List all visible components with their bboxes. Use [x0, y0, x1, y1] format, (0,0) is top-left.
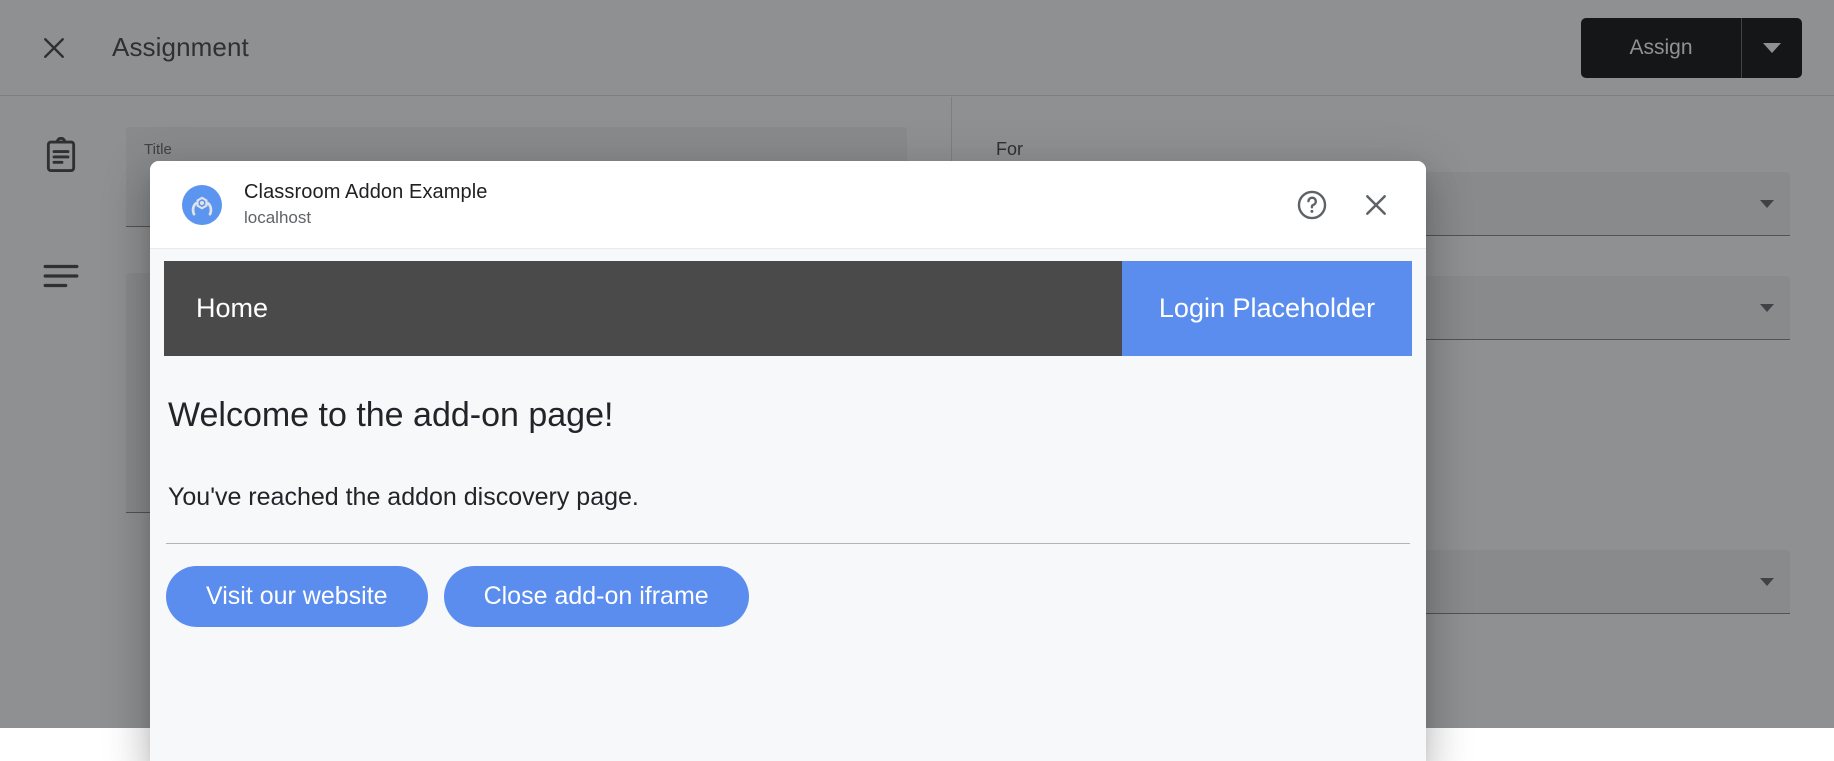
- addon-paragraph: You've reached the addon discovery page.: [168, 483, 1410, 512]
- addon-app-meta: Classroom Addon Example localhost: [244, 179, 488, 230]
- visit-website-button[interactable]: Visit our website: [166, 566, 428, 627]
- close-icon: [1360, 189, 1392, 221]
- addon-heading: Welcome to the add-on page!: [168, 396, 1410, 435]
- addon-content: Welcome to the add-on page! You've reach…: [164, 396, 1412, 627]
- help-circle-icon: [1295, 188, 1329, 222]
- addon-button-row: Visit our website Close add-on iframe: [166, 566, 1410, 627]
- navbar-home-link[interactable]: Home: [164, 261, 1122, 356]
- addon-app-title: Classroom Addon Example: [244, 179, 488, 205]
- classroom-addon-icon: [189, 192, 215, 218]
- addon-iframe: Home Login Placeholder Welcome to the ad…: [150, 249, 1426, 761]
- content-divider: [166, 543, 1410, 544]
- avatar: [182, 185, 222, 225]
- close-dialog-button[interactable]: [1352, 181, 1400, 229]
- close-addon-iframe-button[interactable]: Close add-on iframe: [444, 566, 749, 627]
- addon-navbar: Home Login Placeholder: [164, 261, 1412, 356]
- help-button[interactable]: [1288, 181, 1336, 229]
- addon-app-origin: localhost: [244, 207, 488, 230]
- addon-dialog: Classroom Addon Example localhost Home L…: [150, 161, 1426, 761]
- addon-dialog-header: Classroom Addon Example localhost: [150, 161, 1426, 249]
- navbar-login-placeholder[interactable]: Login Placeholder: [1122, 261, 1412, 356]
